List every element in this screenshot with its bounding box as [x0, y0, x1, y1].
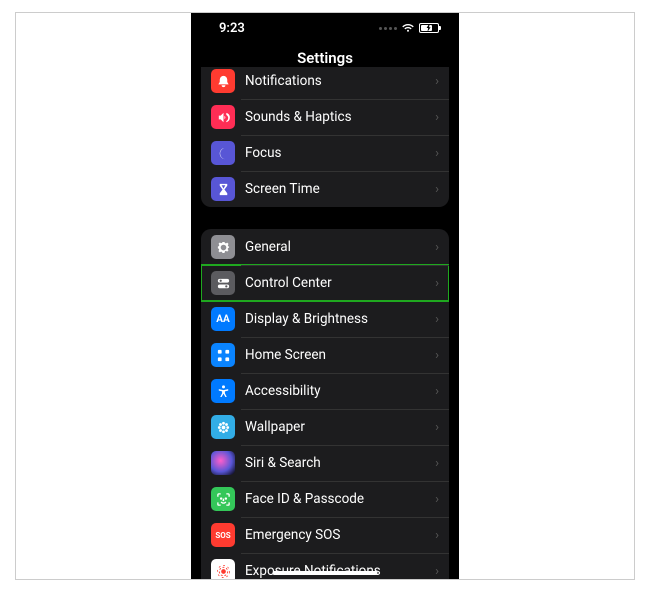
phone-screen: 9:23 Settings: [191, 13, 459, 580]
text-size-icon: AA: [211, 307, 235, 331]
row-label: Emergency SOS: [245, 527, 435, 543]
settings-row-siri[interactable]: Siri & Search ›: [201, 445, 449, 481]
bell-icon: [211, 69, 235, 93]
outer-frame: 9:23 Settings: [15, 12, 635, 580]
row-label: Wallpaper: [245, 419, 435, 435]
row-label: Control Center: [245, 275, 435, 291]
chevron-right-icon: ›: [435, 492, 439, 507]
row-label: General: [245, 239, 435, 255]
chevron-right-icon: ›: [435, 312, 439, 327]
moon-icon: [211, 141, 235, 165]
sos-icon: SOS: [211, 523, 235, 547]
settings-row-faceid[interactable]: Face ID & Passcode ›: [201, 481, 449, 517]
siri-icon: [211, 451, 235, 475]
settings-row-wallpaper[interactable]: Wallpaper ›: [201, 409, 449, 445]
gear-icon: [211, 235, 235, 259]
chevron-right-icon: ›: [435, 110, 439, 125]
settings-row-notifications[interactable]: Notifications ›: [201, 67, 449, 99]
settings-row-sos[interactable]: SOS Emergency SOS ›: [201, 517, 449, 553]
accessibility-icon: [211, 379, 235, 403]
row-label: Display & Brightness: [245, 311, 435, 327]
hourglass-icon: [211, 177, 235, 201]
settings-row-focus[interactable]: Focus ›: [201, 135, 449, 171]
settings-group: General › Control Center › AA Display & …: [201, 229, 449, 580]
chevron-right-icon: ›: [435, 276, 439, 291]
settings-row-exposure[interactable]: Exposure Notifications ›: [201, 553, 449, 580]
chevron-right-icon: ›: [435, 384, 439, 399]
chevron-right-icon: ›: [435, 146, 439, 161]
status-icons: [379, 23, 439, 33]
signal-dots-icon: [379, 27, 397, 30]
row-label: Notifications: [245, 73, 435, 89]
settings-group: Notifications › Sounds & Haptics › Focus…: [201, 67, 449, 207]
exposure-icon: [211, 559, 235, 580]
chevron-right-icon: ›: [435, 240, 439, 255]
row-label: Siri & Search: [245, 455, 435, 471]
settings-row-accessibility[interactable]: Accessibility ›: [201, 373, 449, 409]
row-label: Home Screen: [245, 347, 435, 363]
status-time: 9:23: [219, 21, 245, 36]
chevron-right-icon: ›: [435, 182, 439, 197]
chevron-right-icon: ›: [435, 348, 439, 363]
grid-icon: [211, 343, 235, 367]
settings-row-home-screen[interactable]: Home Screen ›: [201, 337, 449, 373]
row-label: Focus: [245, 145, 435, 161]
settings-row-display[interactable]: AA Display & Brightness ›: [201, 301, 449, 337]
chevron-right-icon: ›: [435, 528, 439, 543]
row-label: Face ID & Passcode: [245, 491, 435, 507]
row-label: Sounds & Haptics: [245, 109, 435, 125]
flower-icon: [211, 415, 235, 439]
settings-row-control-center[interactable]: Control Center ›: [201, 265, 449, 301]
settings-row-screentime[interactable]: Screen Time ›: [201, 171, 449, 207]
chevron-right-icon: ›: [435, 564, 439, 579]
row-label: Screen Time: [245, 181, 435, 197]
row-label: Accessibility: [245, 383, 435, 399]
chevron-right-icon: ›: [435, 74, 439, 89]
home-indicator[interactable]: [273, 571, 378, 575]
settings-row-sounds[interactable]: Sounds & Haptics ›: [201, 99, 449, 135]
chevron-right-icon: ›: [435, 420, 439, 435]
speaker-icon: [211, 105, 235, 129]
faceid-icon: [211, 487, 235, 511]
settings-content: Notifications › Sounds & Haptics › Focus…: [191, 67, 459, 580]
battery-icon: [419, 23, 439, 33]
settings-row-general[interactable]: General ›: [201, 229, 449, 265]
wifi-icon: [401, 23, 415, 33]
toggles-icon: [211, 271, 235, 295]
status-bar: 9:23: [191, 13, 459, 43]
chevron-right-icon: ›: [435, 456, 439, 471]
